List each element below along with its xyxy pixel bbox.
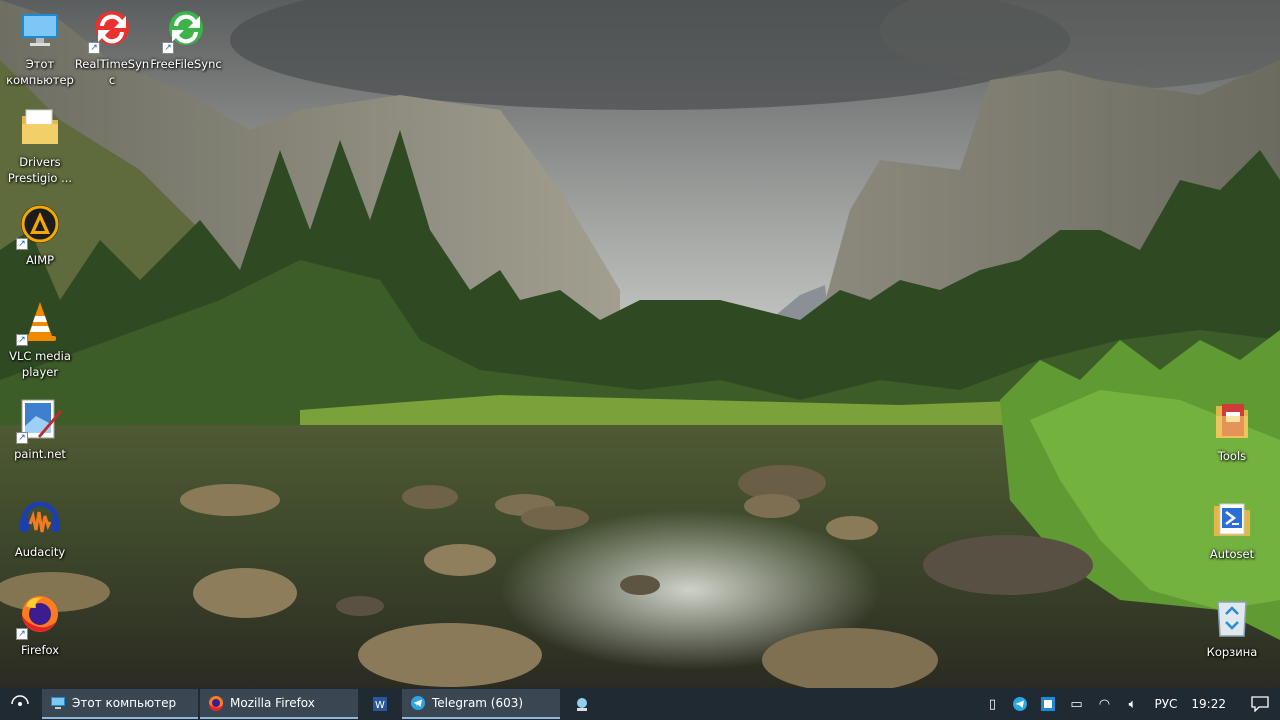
- desktop-icon-firefox[interactable]: ↗ Firefox: [0, 592, 80, 658]
- shortcut-arrow-icon: ↗: [16, 628, 28, 640]
- desktop-icon-label: Tools: [1217, 449, 1247, 463]
- wifi-icon[interactable]: ◠: [1095, 695, 1113, 713]
- svg-text:W: W: [375, 700, 385, 711]
- computer-icon: [22, 14, 58, 46]
- firefox-icon: [208, 696, 223, 711]
- desktop-icon-audacity[interactable]: Audacity: [0, 494, 80, 560]
- powershell-icon: [1214, 503, 1250, 536]
- desktop-icon-aimp[interactable]: ↗ AIMP: [0, 202, 80, 268]
- desktop-icon-drivers-folder[interactable]: Drivers Prestigio ...: [0, 104, 80, 186]
- desktop-icon-label: Firefox: [20, 643, 60, 657]
- volume-icon[interactable]: 🔈︎: [1123, 695, 1141, 713]
- desktop-icon-label: Autoset: [1209, 547, 1255, 561]
- notification-icon: [1251, 696, 1269, 712]
- desktop-icon-autoset[interactable]: Autoset: [1192, 496, 1272, 562]
- recycle-bin-icon: [1217, 601, 1247, 637]
- tools-folder-icon: [1216, 404, 1248, 438]
- shortcut-arrow-icon: ↗: [88, 42, 100, 54]
- shortcut-arrow-icon: ↗: [162, 42, 174, 54]
- desktop-icon-this-computer[interactable]: Этот компьютер: [0, 6, 80, 88]
- start-button[interactable]: [0, 688, 40, 720]
- desktop-icon-label: Drivers Prestigio ...: [7, 155, 73, 185]
- shortcut-arrow-icon: ↗: [16, 432, 28, 444]
- start-icon: [11, 695, 29, 706]
- telegram-icon: [411, 696, 425, 710]
- audacity-icon: [20, 501, 60, 533]
- taskbar-button-firefox[interactable]: Mozilla Firefox: [200, 689, 358, 719]
- folder-icon: [22, 109, 58, 144]
- usb-drive-icon[interactable]: ▯: [983, 695, 1001, 713]
- app-icon: [577, 698, 587, 711]
- desktop-icon-label: VLC media player: [9, 349, 71, 379]
- taskbar-button-word[interactable]: W: [360, 689, 400, 719]
- desktop-icon-paintnet[interactable]: ↗ paint.net: [0, 396, 80, 462]
- desktop-icon-label: Корзина: [1206, 645, 1258, 659]
- word-icon: W: [373, 697, 387, 711]
- taskbar: Этот компьютер Mozilla Firefox W Telegra…: [0, 688, 1280, 720]
- telegram-tray-icon[interactable]: [1011, 695, 1029, 713]
- desktop-icon-recycle-bin[interactable]: Корзина: [1192, 594, 1272, 660]
- taskbar-button-label: Telegram (603): [432, 696, 524, 710]
- computer-icon: [51, 697, 65, 709]
- taskbar-button-this-computer[interactable]: Этот компьютер: [42, 689, 198, 719]
- sync-tray-icon[interactable]: [1039, 695, 1057, 713]
- notification-center-button[interactable]: [1240, 688, 1280, 720]
- desktop-icon-label: RealTimeSync: [74, 57, 150, 87]
- desktop-icon-tools[interactable]: Tools: [1192, 398, 1272, 464]
- desktop-icon-label: FreeFileSync: [150, 57, 222, 71]
- taskbar-button-label: Mozilla Firefox: [230, 696, 315, 710]
- desktop-icon-label: AIMP: [25, 253, 55, 267]
- taskbar-button-telegram[interactable]: Telegram (603): [402, 689, 560, 719]
- clock[interactable]: 19:22: [1191, 697, 1226, 711]
- wallpaper: [0, 0, 1280, 688]
- desktop-icon-label: paint.net: [14, 447, 66, 461]
- desktop-icon-vlc[interactable]: ↗ VLC media player: [0, 298, 80, 380]
- desktop-icon-label: Этот компьютер: [6, 57, 74, 87]
- system-tray: ▯ ▭ ◠ 🔈︎ РУС 19:22: [978, 688, 1280, 720]
- taskbar-button-app[interactable]: [562, 689, 602, 719]
- desktop-icon-label: Audacity: [14, 545, 66, 559]
- desktop[interactable]: Этот компьютер ↗ RealTimeSync ↗ FreeFile…: [0, 0, 1280, 688]
- taskbar-button-label: Этот компьютер: [72, 696, 177, 710]
- desktop-icon-realtimesync[interactable]: ↗ RealTimeSync: [72, 6, 152, 88]
- device-tray-icon[interactable]: ▭: [1067, 695, 1085, 713]
- shortcut-arrow-icon: ↗: [16, 334, 28, 346]
- input-language[interactable]: РУС: [1154, 697, 1177, 711]
- shortcut-arrow-icon: ↗: [16, 238, 28, 250]
- desktop-icon-freefilesync[interactable]: ↗ FreeFileSync: [146, 6, 226, 72]
